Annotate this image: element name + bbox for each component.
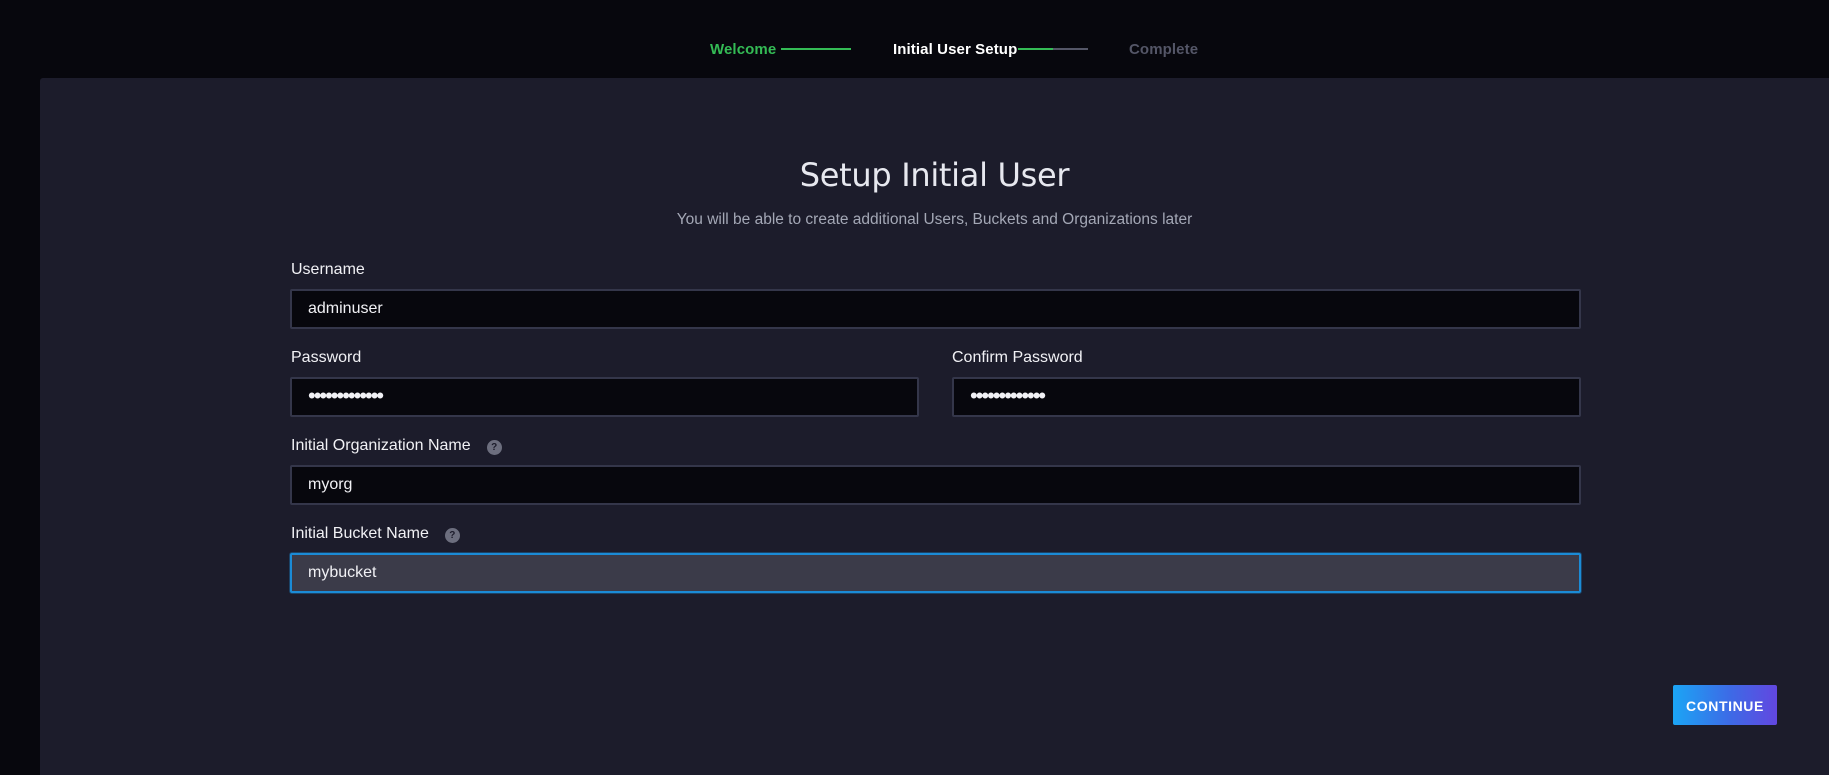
question-circle-icon[interactable]: ? — [444, 527, 460, 543]
page-subtitle: You will be able to create additional Us… — [676, 211, 1193, 228]
continue-button[interactable]: CONTINUE — [1673, 685, 1777, 725]
bucket-name-label-row: Initial Bucket Name ? — [291, 525, 460, 543]
step-connector-2 — [1018, 48, 1088, 50]
step-complete: Complete — [1129, 41, 1199, 58]
password-label: Password — [291, 349, 362, 366]
step-initial-user-setup: Initial User Setup — [893, 41, 1018, 58]
bucket-name-input[interactable] — [290, 553, 1581, 593]
org-name-input[interactable] — [290, 465, 1581, 505]
username-input[interactable] — [290, 289, 1581, 329]
username-label: Username — [291, 261, 365, 278]
setup-panel: Setup Initial User You will be able to c… — [40, 78, 1829, 775]
step-connector-2-progress — [1018, 48, 1053, 50]
bucket-name-label: Initial Bucket Name — [291, 525, 429, 542]
question-circle-icon[interactable]: ? — [486, 439, 502, 455]
step-welcome: Welcome — [710, 41, 777, 58]
progress-stepper: Welcome Initial User Setup Complete — [0, 0, 1829, 78]
org-name-label: Initial Organization Name — [291, 437, 471, 454]
page-title: Setup Initial User — [799, 156, 1070, 194]
confirm-password-input[interactable]: ••••••••••••• — [952, 377, 1581, 417]
org-name-label-row: Initial Organization Name ? — [291, 437, 502, 455]
setup-page: Welcome Initial User Setup Complete Setu… — [0, 0, 1829, 775]
step-connector-1 — [781, 48, 851, 50]
password-input[interactable]: ••••••••••••• — [290, 377, 919, 417]
confirm-password-label: Confirm Password — [952, 349, 1083, 366]
